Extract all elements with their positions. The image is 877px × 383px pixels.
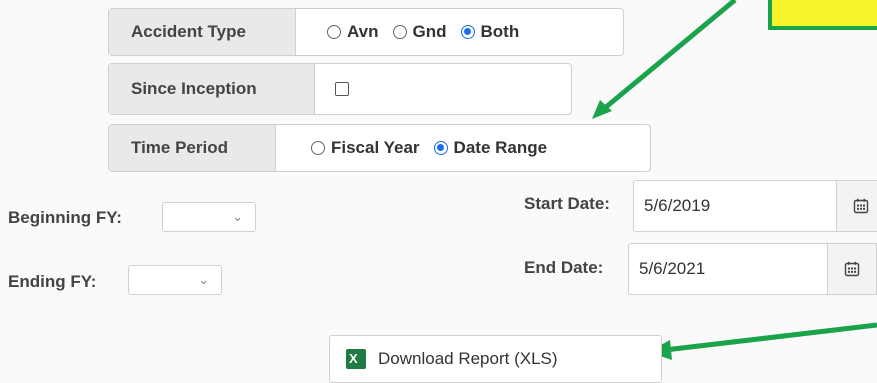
radio-gnd[interactable]: Gnd — [392, 22, 447, 42]
radio-fiscal-year-circle[interactable] — [311, 141, 325, 155]
radio-both[interactable]: Both — [460, 22, 520, 42]
download-report-label: Download Report (XLS) — [378, 349, 558, 368]
radio-date-range-label: Date Range — [453, 138, 548, 157]
calendar-icon — [853, 198, 869, 214]
radio-fiscal-year[interactable]: Fiscal Year — [311, 138, 420, 158]
accident-type-options: Avn Gnd Both — [296, 9, 533, 55]
start-date-calendar-button[interactable] — [836, 180, 877, 232]
radio-both-label: Both — [480, 22, 520, 41]
time-period-label: Time Period — [109, 125, 276, 171]
time-period-row: Time Period Fiscal Year Date Range — [108, 124, 651, 172]
radio-date-range[interactable]: Date Range — [433, 138, 548, 158]
beginning-fy-label: Beginning FY: — [8, 208, 122, 227]
chevron-down-icon: ⌄ — [198, 272, 209, 287]
ending-fy-select[interactable]: ⌄ — [128, 265, 222, 295]
ending-fy-label: Ending FY: — [8, 272, 97, 291]
end-date-value: 5/6/2021 — [639, 259, 706, 278]
end-date-input[interactable]: 5/6/2021 — [628, 243, 835, 295]
start-date-input[interactable]: 5/6/2019 — [633, 180, 840, 232]
radio-date-range-circle[interactable] — [433, 141, 448, 155]
end-date-calendar-button[interactable] — [827, 243, 877, 295]
arrow-head-date-range — [592, 100, 612, 119]
since-inception-body — [315, 64, 349, 114]
calendar-icon — [844, 261, 860, 277]
time-period-options: Fiscal Year Date Range — [276, 125, 561, 171]
download-report-button[interactable]: X Download Report (XLS) — [329, 335, 662, 383]
radio-gnd-label: Gnd — [412, 22, 447, 41]
radio-fiscal-year-label: Fiscal Year — [331, 138, 420, 157]
callout-box — [768, 0, 877, 30]
arrow-to-download — [664, 322, 877, 353]
accident-type-label: Accident Type — [109, 9, 296, 55]
since-inception-label: Since Inception — [109, 64, 315, 114]
end-date-label: End Date: — [524, 258, 604, 277]
accident-type-row: Accident Type Avn Gnd Both — [108, 8, 624, 56]
radio-both-circle[interactable] — [460, 25, 475, 39]
chevron-down-icon: ⌄ — [232, 209, 243, 224]
start-date-label: Start Date: — [524, 194, 610, 213]
since-inception-checkbox[interactable] — [335, 82, 349, 96]
radio-avn-circle[interactable] — [327, 25, 341, 39]
beginning-fy-select[interactable]: ⌄ — [162, 202, 256, 232]
radio-gnd-circle[interactable] — [392, 25, 407, 39]
start-date-value: 5/6/2019 — [644, 196, 711, 215]
excel-icon: X — [346, 349, 366, 369]
since-inception-row: Since Inception — [108, 63, 572, 115]
radio-avn-label: Avn — [347, 22, 379, 41]
radio-avn[interactable]: Avn — [327, 22, 379, 42]
